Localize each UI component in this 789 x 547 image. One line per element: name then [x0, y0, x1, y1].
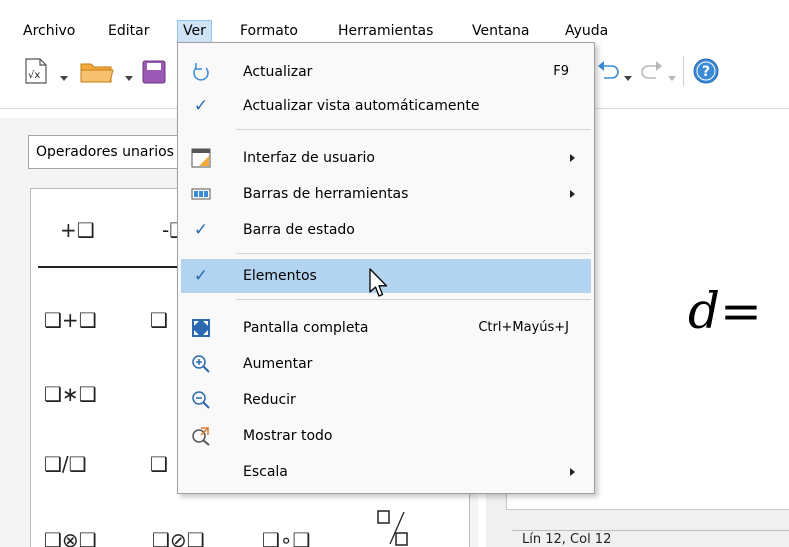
menu-item-reducir[interactable]: Reducir: [181, 383, 591, 417]
fullscreen-icon: [191, 318, 211, 338]
menu-item-label: Pantalla completa: [243, 320, 369, 336]
formula-new-icon[interactable]: √x: [24, 58, 48, 88]
menu-item-barras[interactable]: Barras de herramientas: [181, 177, 591, 211]
menu-item-label: Reducir: [243, 392, 296, 408]
menu-item-shortcut: Ctrl+Mayús+J: [478, 320, 569, 335]
elements-category-select[interactable]: Operadores unarios: [28, 135, 188, 169]
menu-formato[interactable]: Formato: [235, 20, 303, 42]
menu-separator: [236, 129, 591, 130]
open-dropdown-arrow-icon[interactable]: [125, 70, 133, 86]
element-otimes[interactable]: ❑⊗❑: [44, 528, 97, 547]
menu-item-label: Barra de estado: [243, 222, 355, 238]
menu-item-label: Actualizar vista automáticamente: [243, 98, 480, 114]
menu-archivo[interactable]: Archivo: [18, 20, 80, 42]
menu-editar[interactable]: Editar: [103, 20, 154, 42]
menu-item-actualizar-auto[interactable]: ✓ Actualizar vista automáticamente: [181, 89, 591, 123]
menu-item-shortcut: F9: [553, 64, 569, 79]
menu-item-aumentar[interactable]: Aumentar: [181, 347, 591, 381]
svg-text:?: ?: [702, 64, 710, 80]
mouse-pointer-icon: [368, 268, 390, 304]
element-circ[interactable]: ❑∘❑: [262, 528, 310, 547]
zoom-in-icon: [191, 354, 211, 374]
menu-separator: [236, 253, 591, 254]
element-odivide[interactable]: ❑⊘❑: [152, 528, 205, 547]
element-multiply[interactable]: ❑∗❑: [44, 382, 97, 406]
menu-item-mostrar-todo[interactable]: Mostrar todo: [181, 419, 591, 453]
open-folder-icon[interactable]: [80, 60, 114, 88]
checkmark-icon: ✓: [193, 266, 209, 286]
menu-item-label: Actualizar: [243, 64, 313, 80]
element-times[interactable]: ❑: [150, 452, 168, 476]
submenu-arrow-icon: [570, 468, 575, 476]
menu-ayuda[interactable]: Ayuda: [560, 20, 613, 42]
undo-icon[interactable]: [596, 58, 620, 88]
checkmark-icon: ✓: [193, 220, 209, 240]
undo-dropdown-arrow-icon[interactable]: [624, 70, 632, 86]
menu-item-label: Aumentar: [243, 356, 313, 372]
element-slash-fraction[interactable]: [376, 508, 412, 547]
help-icon[interactable]: ?: [692, 57, 720, 89]
redo-icon[interactable]: [640, 58, 664, 88]
menu-item-label: Escala: [243, 464, 288, 480]
submenu-arrow-icon: [570, 190, 575, 198]
toolbar-separator: [683, 56, 684, 86]
menubar: Archivo Editar Ver Formato Herramientas …: [0, 0, 789, 42]
toolbars-icon: [191, 184, 211, 204]
zoom-out-icon: [191, 390, 211, 410]
save-icon[interactable]: [142, 60, 178, 90]
status-bar: Lín 12, Col 12: [512, 530, 789, 547]
new-dropdown-arrow-icon[interactable]: [60, 70, 68, 86]
redo-dropdown-arrow-icon[interactable]: [668, 70, 676, 86]
user-interface-icon: [191, 148, 211, 168]
menu-item-actualizar[interactable]: Actualizar F9: [181, 55, 591, 89]
menu-separator: [236, 299, 591, 300]
checkmark-icon: ✓: [193, 96, 209, 116]
formula-operator: =: [720, 282, 762, 340]
formula-preview: d=: [688, 282, 762, 340]
menu-herramientas[interactable]: Herramientas: [333, 20, 438, 42]
element-unary-plus[interactable]: +❑: [60, 218, 95, 242]
elements-divider: [38, 266, 186, 268]
element-subtract[interactable]: ❑: [150, 308, 168, 332]
menu-item-escala[interactable]: Escala: [181, 455, 591, 489]
element-add[interactable]: ❑+❑: [44, 308, 97, 332]
menu-item-pantalla-completa[interactable]: Pantalla completa Ctrl+Mayús+J: [181, 311, 591, 345]
menu-item-label: Mostrar todo: [243, 428, 333, 444]
formula-variable: d: [688, 282, 721, 340]
svg-text:√x: √x: [28, 70, 40, 81]
submenu-arrow-icon: [570, 154, 575, 162]
show-all-icon: [191, 426, 211, 446]
menu-item-label: Barras de herramientas: [243, 186, 409, 202]
element-divide[interactable]: ❑/❑: [44, 452, 87, 476]
menu-item-interfaz[interactable]: Interfaz de usuario: [181, 141, 591, 175]
menu-item-label: Elementos: [243, 268, 317, 284]
menu-item-label: Interfaz de usuario: [243, 150, 375, 166]
menu-ver[interactable]: Ver: [177, 20, 212, 42]
menu-ventana[interactable]: Ventana: [467, 20, 535, 42]
menu-item-barra-estado[interactable]: ✓ Barra de estado: [181, 213, 591, 247]
refresh-icon: [191, 62, 211, 82]
